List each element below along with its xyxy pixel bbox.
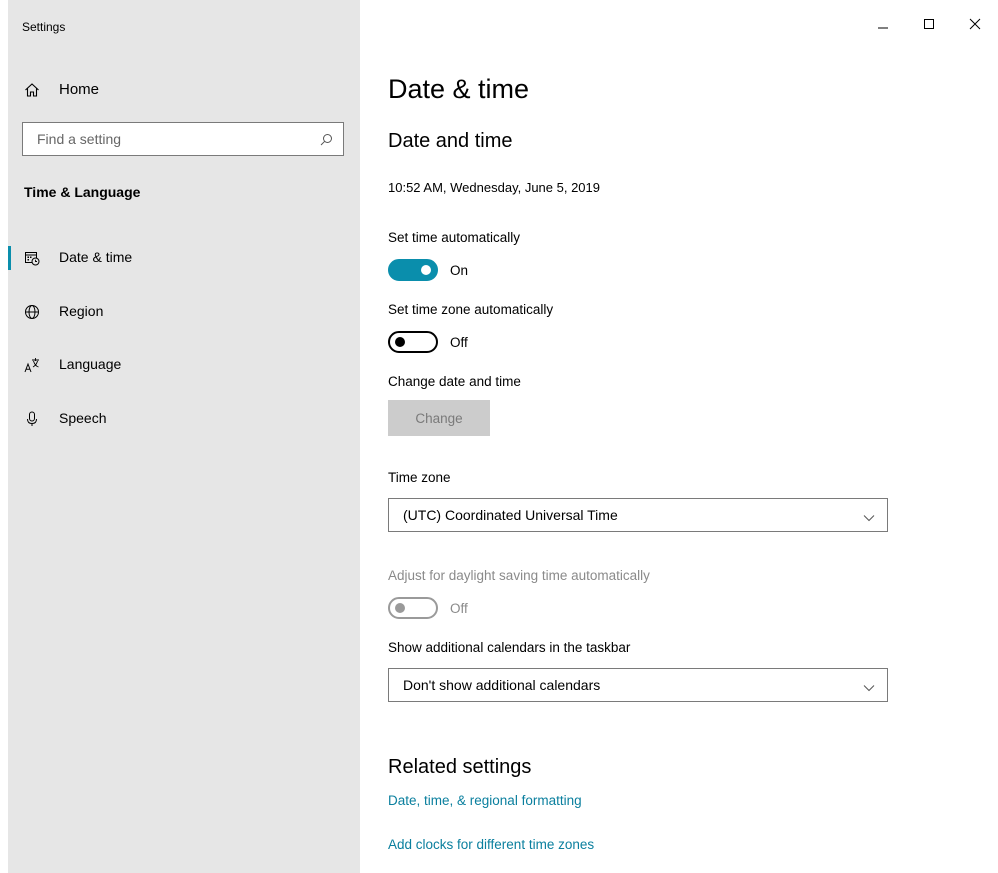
toggle-state: Off [450,334,468,350]
selection-indicator [8,246,11,270]
set-time-auto-toggle[interactable]: On [388,259,468,281]
microphone-icon [24,411,40,427]
change-button[interactable]: Change [388,400,490,436]
calendars-label: Show additional calendars in the taskbar [388,640,631,655]
toggle-knob [421,265,431,275]
home-icon [24,82,40,98]
time-zone-label: Time zone [388,470,451,485]
sidebar-section-title: Time & Language [24,184,141,200]
home-label: Home [59,81,100,98]
search-input[interactable] [37,124,317,154]
sidebar-item-language[interactable]: Language [8,347,360,383]
chevron-down-icon [863,510,875,522]
sidebar-item-speech[interactable]: Speech [8,401,360,437]
sidebar-item-label: Speech [59,410,107,426]
set-timezone-auto-toggle[interactable]: Off [388,331,468,353]
sidebar-item-label: Language [59,356,122,372]
search-box[interactable] [22,122,344,156]
current-datetime: 10:52 AM, Wednesday, June 5, 2019 [388,180,600,195]
sidebar: Settings Home Time & Language Date & tim… [8,0,360,873]
daylight-saving-toggle[interactable]: Off [388,597,468,619]
dropdown-value: (UTC) Coordinated Universal Time [403,507,618,523]
globe-icon [24,304,40,320]
toggle-state: Off [450,600,468,616]
app-title: Settings [22,20,66,34]
section-title: Date and time [388,130,513,152]
toggle-switch[interactable] [388,331,438,353]
main-content: Date & time Date and time 10:52 AM, Wedn… [388,0,948,873]
add-clocks-link[interactable]: Add clocks for different time zones [388,837,594,852]
toggle-switch[interactable] [388,597,438,619]
search-icon[interactable] [320,133,333,146]
calendars-dropdown[interactable]: Don't show additional calendars [388,668,888,702]
toggle-knob [395,337,405,347]
sidebar-item-date-time[interactable]: Date & time [8,240,360,276]
toggle-state: On [450,262,469,278]
close-icon [969,18,981,30]
window-border [0,0,8,873]
toggle-switch[interactable] [388,259,438,281]
daylight-saving-label: Adjust for daylight saving time automati… [388,568,650,583]
sidebar-item-region[interactable]: Region [8,294,360,330]
close-button[interactable] [952,0,998,48]
page-title: Date & time [388,74,530,104]
time-zone-dropdown[interactable]: (UTC) Coordinated Universal Time [388,498,888,532]
set-timezone-auto-label: Set time zone automatically [388,302,554,317]
sidebar-item-label: Date & time [59,249,133,265]
set-time-auto-label: Set time automatically [388,230,521,245]
sidebar-home[interactable]: Home [8,74,360,106]
related-settings-title: Related settings [388,756,532,778]
chevron-down-icon [863,680,875,692]
toggle-knob [395,603,405,613]
calendar-clock-icon [24,250,40,266]
sidebar-item-label: Region [59,303,104,319]
dropdown-value: Don't show additional calendars [403,677,601,693]
regional-formatting-link[interactable]: Date, time, & regional formatting [388,793,582,808]
language-icon [24,357,40,373]
change-datetime-label: Change date and time [388,374,521,389]
